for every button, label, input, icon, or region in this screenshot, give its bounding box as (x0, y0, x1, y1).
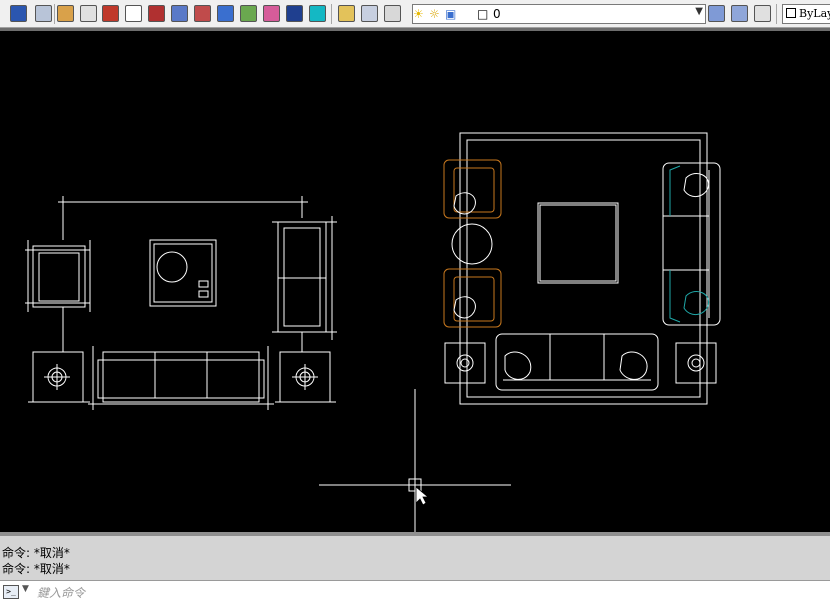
print-icon[interactable] (35, 5, 52, 22)
model-space-canvas[interactable] (0, 31, 830, 532)
layer-previous-right-icon[interactable] (754, 5, 771, 22)
paste-icon[interactable] (102, 5, 119, 22)
command-prompt-icon[interactable]: >_ (3, 585, 19, 599)
toolbar-separator (776, 4, 777, 24)
layer-dropdown[interactable]: ☀ ☼ ▣ □ 0 ▼ (412, 4, 706, 24)
cut-icon[interactable] (57, 5, 74, 22)
color-swatch-icon[interactable]: □ (477, 7, 488, 21)
table-icon[interactable] (194, 5, 211, 22)
match-properties-icon[interactable] (125, 5, 142, 22)
toolbar-separator (54, 4, 55, 24)
quickcalc-icon[interactable] (309, 5, 326, 22)
color-control-dropdown[interactable]: ByLay (782, 4, 830, 24)
layer-states-icon[interactable] (361, 5, 378, 22)
command-history-line: 命令: *取消* (2, 562, 70, 576)
block-editor-icon[interactable] (148, 5, 165, 22)
sun-icon[interactable]: ☼ (429, 7, 440, 21)
sheet-set-icon[interactable] (263, 5, 280, 22)
lock-icon[interactable]: ▣ (445, 7, 456, 21)
command-input-placeholder: 鍵入命令 (37, 586, 86, 600)
chevron-down-icon[interactable]: ▼ (22, 584, 29, 594)
layer-previous-icon[interactable] (384, 5, 401, 22)
save-icon[interactable] (10, 5, 27, 22)
chevron-down-icon[interactable]: ▼ (695, 6, 703, 17)
make-current-icon[interactable] (708, 5, 725, 22)
standard-toolbar: ☀ ☼ ▣ □ 0 ▼ ByLay (0, 0, 830, 28)
current-layer-name: 0 (493, 7, 501, 21)
command-line-panel: 命令: *取消* 命令: *取消* >_ ▼ 鍵入命令 (0, 532, 830, 604)
layer-properties-icon[interactable] (338, 5, 355, 22)
color-control-value: ByLay (799, 7, 830, 20)
hatch-icon[interactable] (171, 5, 188, 22)
copy-icon[interactable] (80, 5, 97, 22)
toolbar-separator (331, 4, 332, 24)
command-history-line: 命令: *取消* (2, 546, 70, 560)
color-swatch-icon (786, 8, 796, 18)
command-input[interactable]: >_ ▼ 鍵入命令 (0, 580, 830, 604)
design-center-icon[interactable] (217, 5, 234, 22)
layer-match-icon[interactable] (731, 5, 748, 22)
tool-palettes-icon[interactable] (240, 5, 257, 22)
markup-icon[interactable] (286, 5, 303, 22)
lightbulb-on-icon[interactable]: ☀ (413, 7, 424, 21)
